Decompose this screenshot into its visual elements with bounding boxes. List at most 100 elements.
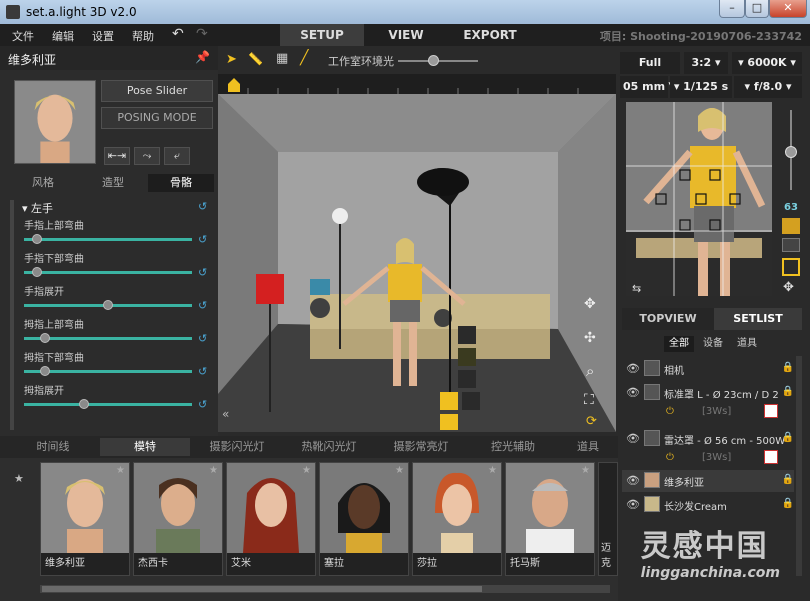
lock-icon[interactable]: 🔒 (782, 362, 794, 373)
fit-view-icon[interactable]: ⛶ (584, 392, 594, 408)
histogram-icon[interactable] (782, 238, 800, 252)
menu-edit[interactable]: 编辑 (52, 28, 74, 44)
visibility-eye-icon[interactable]: 👁 (626, 432, 640, 445)
zoom-icon[interactable]: ⌕ (586, 362, 594, 380)
sensor-format-select[interactable]: Full Frame ▾ (620, 52, 680, 91)
slider-knob[interactable] (31, 267, 42, 277)
tab-setlist[interactable]: SETLIST (714, 308, 802, 330)
disabled-icon[interactable] (764, 404, 778, 418)
visibility-eye-icon[interactable]: 👁 (626, 362, 640, 375)
pin-icon[interactable]: 📌 (195, 50, 210, 64)
model-card[interactable]: 迈克 (598, 462, 618, 576)
model-card[interactable]: ★ 艾米 (226, 462, 316, 576)
setlist-item[interactable]: 👁 长沙发Cream 🔒 (622, 494, 794, 516)
slider-knob[interactable] (39, 366, 50, 376)
reset-icon[interactable]: ↺ (198, 299, 207, 312)
redo-icon[interactable]: ↷ (196, 26, 208, 42)
pose-slider-button[interactable]: Pose Slider (101, 80, 213, 102)
shutter-speed-select[interactable]: ▾ 1/125 s ▾ (670, 76, 732, 115)
setlist-scrollbar[interactable] (796, 356, 802, 576)
line-tool-icon[interactable]: ╱ (300, 50, 308, 66)
pan-icon[interactable]: ✣ (584, 330, 596, 346)
tab-props[interactable]: 道具 (560, 438, 616, 456)
menu-settings[interactable]: 设置 (92, 28, 114, 44)
tab-continuous-light[interactable]: 摄影常亮灯 (376, 438, 466, 456)
filter-all[interactable]: 全部 (664, 336, 694, 352)
camera-move-icon[interactable]: ✥ (783, 280, 794, 295)
minimize-button[interactable]: – (719, 0, 745, 18)
library-scrollbar[interactable] (40, 585, 610, 593)
model-card[interactable]: ★ 莎拉 (412, 462, 502, 576)
slider-knob[interactable] (103, 300, 113, 310)
orientation-icon[interactable] (782, 258, 800, 276)
tab-view[interactable]: VIEW (368, 24, 444, 46)
tab-models[interactable]: 模特 (100, 438, 190, 456)
measure-tool-icon[interactable]: 📏 (248, 52, 263, 66)
slider-track[interactable] (24, 403, 192, 406)
model-card[interactable]: ★ 托马斯 (505, 462, 595, 576)
timeline-ruler[interactable] (218, 74, 616, 94)
undo-icon[interactable]: ↶ (172, 26, 184, 42)
tab-studio-flash[interactable]: 摄影闪光灯 (192, 438, 282, 456)
favorite-star-icon[interactable]: ★ (209, 465, 218, 476)
tab-speedlight[interactable]: 热靴闪光灯 (284, 438, 374, 456)
favorite-star-icon[interactable]: ★ (488, 465, 497, 476)
favorites-star-icon[interactable]: ★ (14, 472, 24, 485)
focus-points-icon[interactable] (782, 218, 800, 234)
pose-paste-icon[interactable]: ⤶ (164, 147, 190, 165)
slider-track[interactable] (24, 238, 192, 241)
reset-icon[interactable]: ↺ (198, 398, 207, 411)
subtab-skeleton[interactable]: 骨骼 (148, 174, 214, 192)
orbit-icon[interactable]: ✥ (584, 296, 596, 312)
camera-preview[interactable] (626, 102, 772, 296)
reset-icon[interactable]: ↺ (198, 266, 207, 279)
zoom-slider-knob[interactable] (785, 146, 797, 158)
favorite-star-icon[interactable]: ★ (581, 465, 590, 476)
library-scroll-thumb[interactable] (42, 586, 482, 592)
model-card[interactable]: ★ 维多利亚 (40, 462, 130, 576)
pose-copy-icon[interactable]: ⤳ (134, 147, 160, 165)
focal-length-select[interactable]: 05 mm ▾ (620, 76, 668, 115)
setlist-item[interactable]: 👁 相机 🔒 (622, 358, 794, 380)
close-button[interactable]: ✕ (769, 0, 807, 18)
select-tool-icon[interactable]: ➤ (226, 52, 237, 67)
lock-icon[interactable]: 🔒 (782, 498, 794, 509)
lock-icon[interactable]: 🔒 (782, 474, 794, 485)
left-scrollbar[interactable] (10, 200, 14, 430)
slider-track[interactable] (24, 271, 192, 274)
lock-icon[interactable]: 🔒 (782, 432, 794, 443)
tab-topview[interactable]: TOPVIEW (622, 308, 714, 330)
filter-props[interactable]: 道具 (732, 336, 762, 352)
setlist-item[interactable]: 👁 标准罩 L - Ø 23cm / D 2 🔒 ⏻ [3Ws] (622, 382, 794, 422)
setlist-item[interactable]: 👁 雷达罩 - Ø 56 cm - 500W 🔒 ⏻ [3Ws] (622, 428, 794, 468)
reset-icon[interactable]: ↺ (198, 365, 207, 378)
tab-setup[interactable]: SETUP (280, 24, 364, 46)
grid-icon[interactable]: ▦ (276, 51, 288, 66)
lock-icon[interactable]: 🔒 (782, 386, 794, 397)
menu-help[interactable]: 帮助 (132, 28, 154, 44)
aspect-ratio-select[interactable]: 3:2 ▾ (684, 52, 728, 74)
tab-timeline[interactable]: 时间线 (8, 438, 98, 456)
reset-icon[interactable]: ↺ (198, 233, 207, 246)
favorite-star-icon[interactable]: ★ (116, 465, 125, 476)
filter-equipment[interactable]: 设备 (698, 336, 728, 352)
visibility-eye-icon[interactable]: 👁 (626, 474, 640, 487)
favorite-star-icon[interactable]: ★ (302, 465, 311, 476)
mirror-pose-icon[interactable]: ⇤⇥ (104, 147, 130, 165)
slider-knob[interactable] (31, 234, 42, 244)
studio-viewport[interactable]: « (218, 94, 616, 432)
ambient-light-knob[interactable] (428, 55, 439, 66)
swap-icon[interactable]: ⇆ (632, 282, 641, 295)
setlist-item[interactable]: 👁 维多利亚 🔒 (622, 470, 794, 492)
visibility-eye-icon[interactable]: 👁 (626, 498, 640, 511)
reset-all-icon[interactable]: ↺ (198, 200, 207, 213)
disabled-icon[interactable] (764, 450, 778, 464)
model-card[interactable]: ★ 杰西卡 (133, 462, 223, 576)
section-left-hand[interactable]: ▾ 左手 (22, 200, 53, 216)
subtab-style[interactable]: 风格 (8, 174, 78, 192)
favorite-star-icon[interactable]: ★ (395, 465, 404, 476)
menu-file[interactable]: 文件 (12, 28, 34, 44)
slider-knob[interactable] (39, 333, 50, 343)
model-card[interactable]: ★ 塞拉 (319, 462, 409, 576)
subtab-shape[interactable]: 造型 (78, 174, 148, 192)
